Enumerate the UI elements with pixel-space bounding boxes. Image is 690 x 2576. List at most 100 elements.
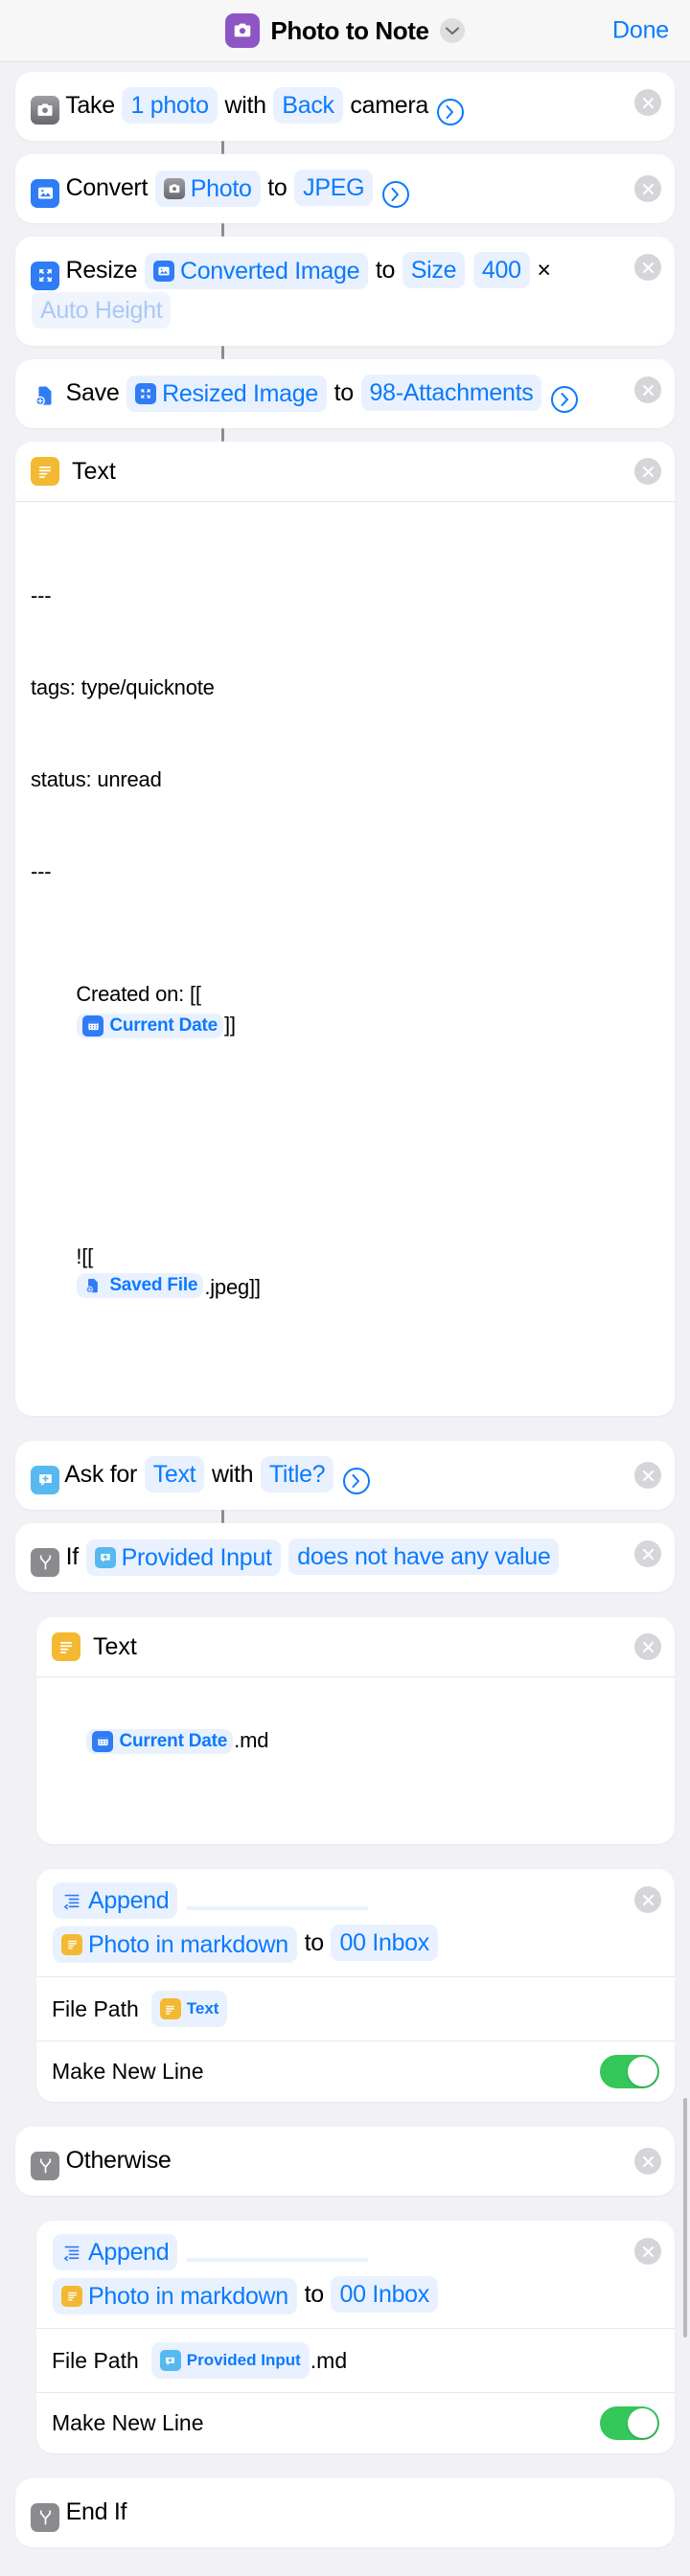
verb-label: Resize (65, 257, 138, 284)
append-verb-token[interactable]: Append (53, 1882, 178, 1919)
action-otherwise[interactable]: Otherwise (15, 2127, 675, 2196)
save-file-icon (82, 1275, 104, 1296)
param-label: File Path (52, 1995, 139, 2021)
close-icon[interactable] (634, 254, 661, 281)
file-path-suffix: .md (310, 2347, 348, 2373)
text-block-header: Text (15, 442, 675, 501)
close-icon[interactable] (634, 1540, 661, 1567)
close-icon[interactable] (634, 2238, 661, 2265)
prompt-token[interactable]: Title? (260, 1456, 334, 1493)
action-resize-image[interactable]: Resize Converted Image to Size 400 × Aut… (15, 237, 675, 346)
action-if-condition[interactable]: If Provided Input does not have any valu… (15, 1523, 675, 1592)
source-variable-token[interactable]: Converted Image (144, 253, 369, 289)
flow-connector (221, 223, 224, 237)
source-variable-token[interactable]: Resized Image (126, 376, 327, 412)
action-ask-for-input[interactable]: Ask for Text with Title? (15, 1441, 675, 1510)
action-append-1[interactable]: Append Photo in markdown to 00 Inbox Fil… (36, 1869, 675, 2102)
text-block-body[interactable]: --- tags: type/quicknote status: unread … (15, 502, 675, 1416)
close-icon[interactable] (634, 1633, 661, 1660)
action-take-photo[interactable]: Take 1 photo with Back camera (15, 72, 675, 141)
close-icon[interactable] (634, 89, 661, 116)
dimension-type-token[interactable]: Size (402, 252, 466, 288)
connector-gap (0, 428, 690, 442)
file-path-value-token[interactable]: Text (150, 1991, 228, 2027)
camera-icon (163, 178, 185, 199)
created-prefix: Created on: [[ (76, 982, 201, 1006)
flow-connector (221, 141, 224, 154)
image-icon (31, 178, 59, 208)
close-icon[interactable] (634, 376, 661, 403)
param-label: Make New Line (52, 2059, 204, 2084)
save-file-icon (31, 381, 59, 410)
action-append-2[interactable]: Append Photo in markdown to 00 Inbox Fil… (36, 2221, 675, 2453)
close-icon[interactable] (634, 458, 661, 485)
close-icon[interactable] (634, 2148, 661, 2175)
append-header: Append Photo in markdown to 00 Inbox (36, 1869, 675, 1976)
chevron-right-icon[interactable] (436, 99, 464, 125)
param-label: File Path (52, 2347, 139, 2373)
width-token[interactable]: 400 (472, 252, 530, 288)
current-date-token[interactable]: Current Date (86, 1728, 234, 1754)
param-make-new-line[interactable]: Make New Line (36, 2041, 675, 2102)
text-block-body[interactable]: Current Date .md (36, 1677, 675, 1844)
done-button[interactable]: Done (612, 17, 669, 45)
connector-gap (0, 2453, 690, 2478)
file-path-value-token[interactable]: Provided Input (150, 2342, 310, 2379)
close-icon[interactable] (634, 1462, 661, 1489)
close-icon[interactable] (634, 175, 661, 202)
flow-connector (221, 428, 224, 442)
calendar-icon (82, 1014, 104, 1037)
action-save-file[interactable]: Save Resized Image to 98-Attachments (15, 359, 675, 428)
current-date-label: Current Date (119, 1730, 228, 1751)
make-new-line-toggle[interactable] (600, 2406, 659, 2440)
make-new-line-toggle[interactable] (600, 2055, 659, 2088)
condition-variable-token[interactable]: Provided Input (85, 1539, 281, 1576)
connector-gap (0, 1510, 690, 1523)
append-content-token[interactable]: Photo in markdown (53, 1926, 297, 1963)
destination-token[interactable]: 98-Attachments (360, 375, 542, 411)
navigation-bar: Photo to Note Done (0, 0, 690, 62)
append-destination-token[interactable]: 00 Inbox (331, 1925, 438, 1961)
vertical-scrollbar[interactable] (683, 2098, 687, 2337)
verb-label: End If (65, 2498, 127, 2525)
verb-label: Convert (65, 174, 149, 201)
saved-file-token[interactable]: Saved File (77, 1273, 204, 1298)
current-date-token[interactable]: Current Date (77, 1013, 223, 1038)
source-variable-label: Converted Image (179, 258, 360, 285)
format-token[interactable]: JPEG (294, 170, 374, 206)
height-token[interactable]: Auto Height (32, 292, 172, 329)
chevron-down-icon[interactable] (439, 18, 465, 43)
file-path-value-label: Provided Input (186, 2351, 301, 2369)
current-date-label: Current Date (109, 1014, 218, 1036)
append-destination-token[interactable]: 00 Inbox (331, 2276, 438, 2313)
condition-operator-token[interactable]: does not have any value (288, 1539, 560, 1575)
camera-selection-token[interactable]: Back (273, 87, 343, 124)
append-verb-token[interactable]: Append (53, 2234, 178, 2270)
append-blank-field[interactable] (186, 2258, 369, 2262)
append-blank-field[interactable] (186, 1906, 369, 1910)
close-icon[interactable] (634, 1886, 661, 1913)
connector-gap (0, 2102, 690, 2127)
photo-count-token[interactable]: 1 photo (122, 87, 218, 124)
param-file-path[interactable]: File Path Provided Input .md (36, 2329, 675, 2392)
append-content-label: Photo in markdown (88, 1930, 288, 1958)
workflow-canvas: Take 1 photo with Back camera Convert Ph… (0, 62, 690, 2576)
file-extension-suffix: .md (234, 1728, 269, 1752)
shortcut-title-group[interactable]: Photo to Note (225, 13, 465, 48)
chevron-right-icon[interactable] (381, 181, 409, 208)
toggle-knob (628, 2057, 657, 2086)
chevron-right-icon[interactable] (342, 1468, 370, 1494)
param-file-path[interactable]: File Path Text (36, 1977, 675, 2040)
action-end-if[interactable]: End If (15, 2478, 675, 2547)
param-make-new-line[interactable]: Make New Line (36, 2393, 675, 2453)
action-convert-image[interactable]: Convert Photo to JPEG (15, 154, 675, 223)
chevron-right-icon[interactable] (551, 386, 579, 413)
action-append-2-text: Append (52, 2234, 659, 2274)
action-resize-image-text: Resize Converted Image to Size 400 × Aut… (31, 250, 659, 331)
append-content-token[interactable]: Photo in markdown (53, 2277, 297, 2314)
source-variable-token[interactable]: Photo (154, 171, 261, 207)
input-type-token[interactable]: Text (144, 1456, 205, 1493)
times-symbol: × (537, 257, 551, 284)
action-text-block-1[interactable]: Text --- tags: type/quicknote status: un… (15, 442, 675, 1416)
action-text-block-2[interactable]: Text Current Date .md (36, 1617, 675, 1844)
